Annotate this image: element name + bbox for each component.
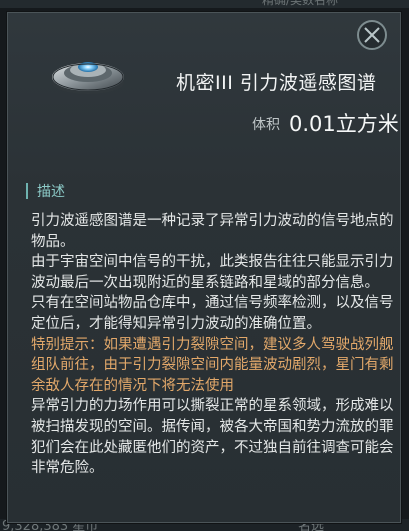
- item-title: 机密III 引力波遥感图谱: [176, 72, 377, 94]
- close-icon: [364, 27, 380, 43]
- warning-paragraph: 特别提示：如果遭遇引力裂隙空间，建议多人驾驶战列舰组队前往，由于引力裂隙空间内能…: [31, 336, 394, 394]
- description-paragraph: 异常引力的力场作用可以撕裂正常的星系领域，形成难以被扫描发现的空间。据传闻，被各…: [31, 398, 394, 477]
- close-button[interactable]: [357, 20, 387, 50]
- description-paragraph: 只有在空间站物品仓库中，通过信号频率检测，以及信号定位后，才能得知异常引力波动的…: [31, 295, 394, 332]
- description-text: 引力波遥感图谱是一种记录了异常引力波动的信号地点的物品。 由于宇宙空间中信号的干…: [31, 211, 397, 479]
- volume-value: 0.01立方米: [289, 112, 399, 136]
- item-info-panel: 机密III 引力波遥感图谱 体积 0.01立方米 描述 引力波遥感图谱是一种记录…: [7, 12, 401, 523]
- section-marker: [26, 183, 28, 199]
- section-title: 描述: [37, 184, 65, 200]
- background-search-text: 精确/类数名称: [262, 0, 339, 7]
- disc-device-icon: [52, 62, 124, 94]
- description-paragraph: 引力波遥感图谱是一种记录了异常引力波动的信号地点的物品。: [31, 213, 394, 250]
- volume-label: 体积: [252, 117, 280, 133]
- background-search-bar: 精确/类数名称: [0, 0, 409, 8]
- description-paragraph: 由于宇宙空间中信号的干扰，此类报告往往只能显示引力波动最后一次出现附近的星系链路…: [31, 254, 394, 291]
